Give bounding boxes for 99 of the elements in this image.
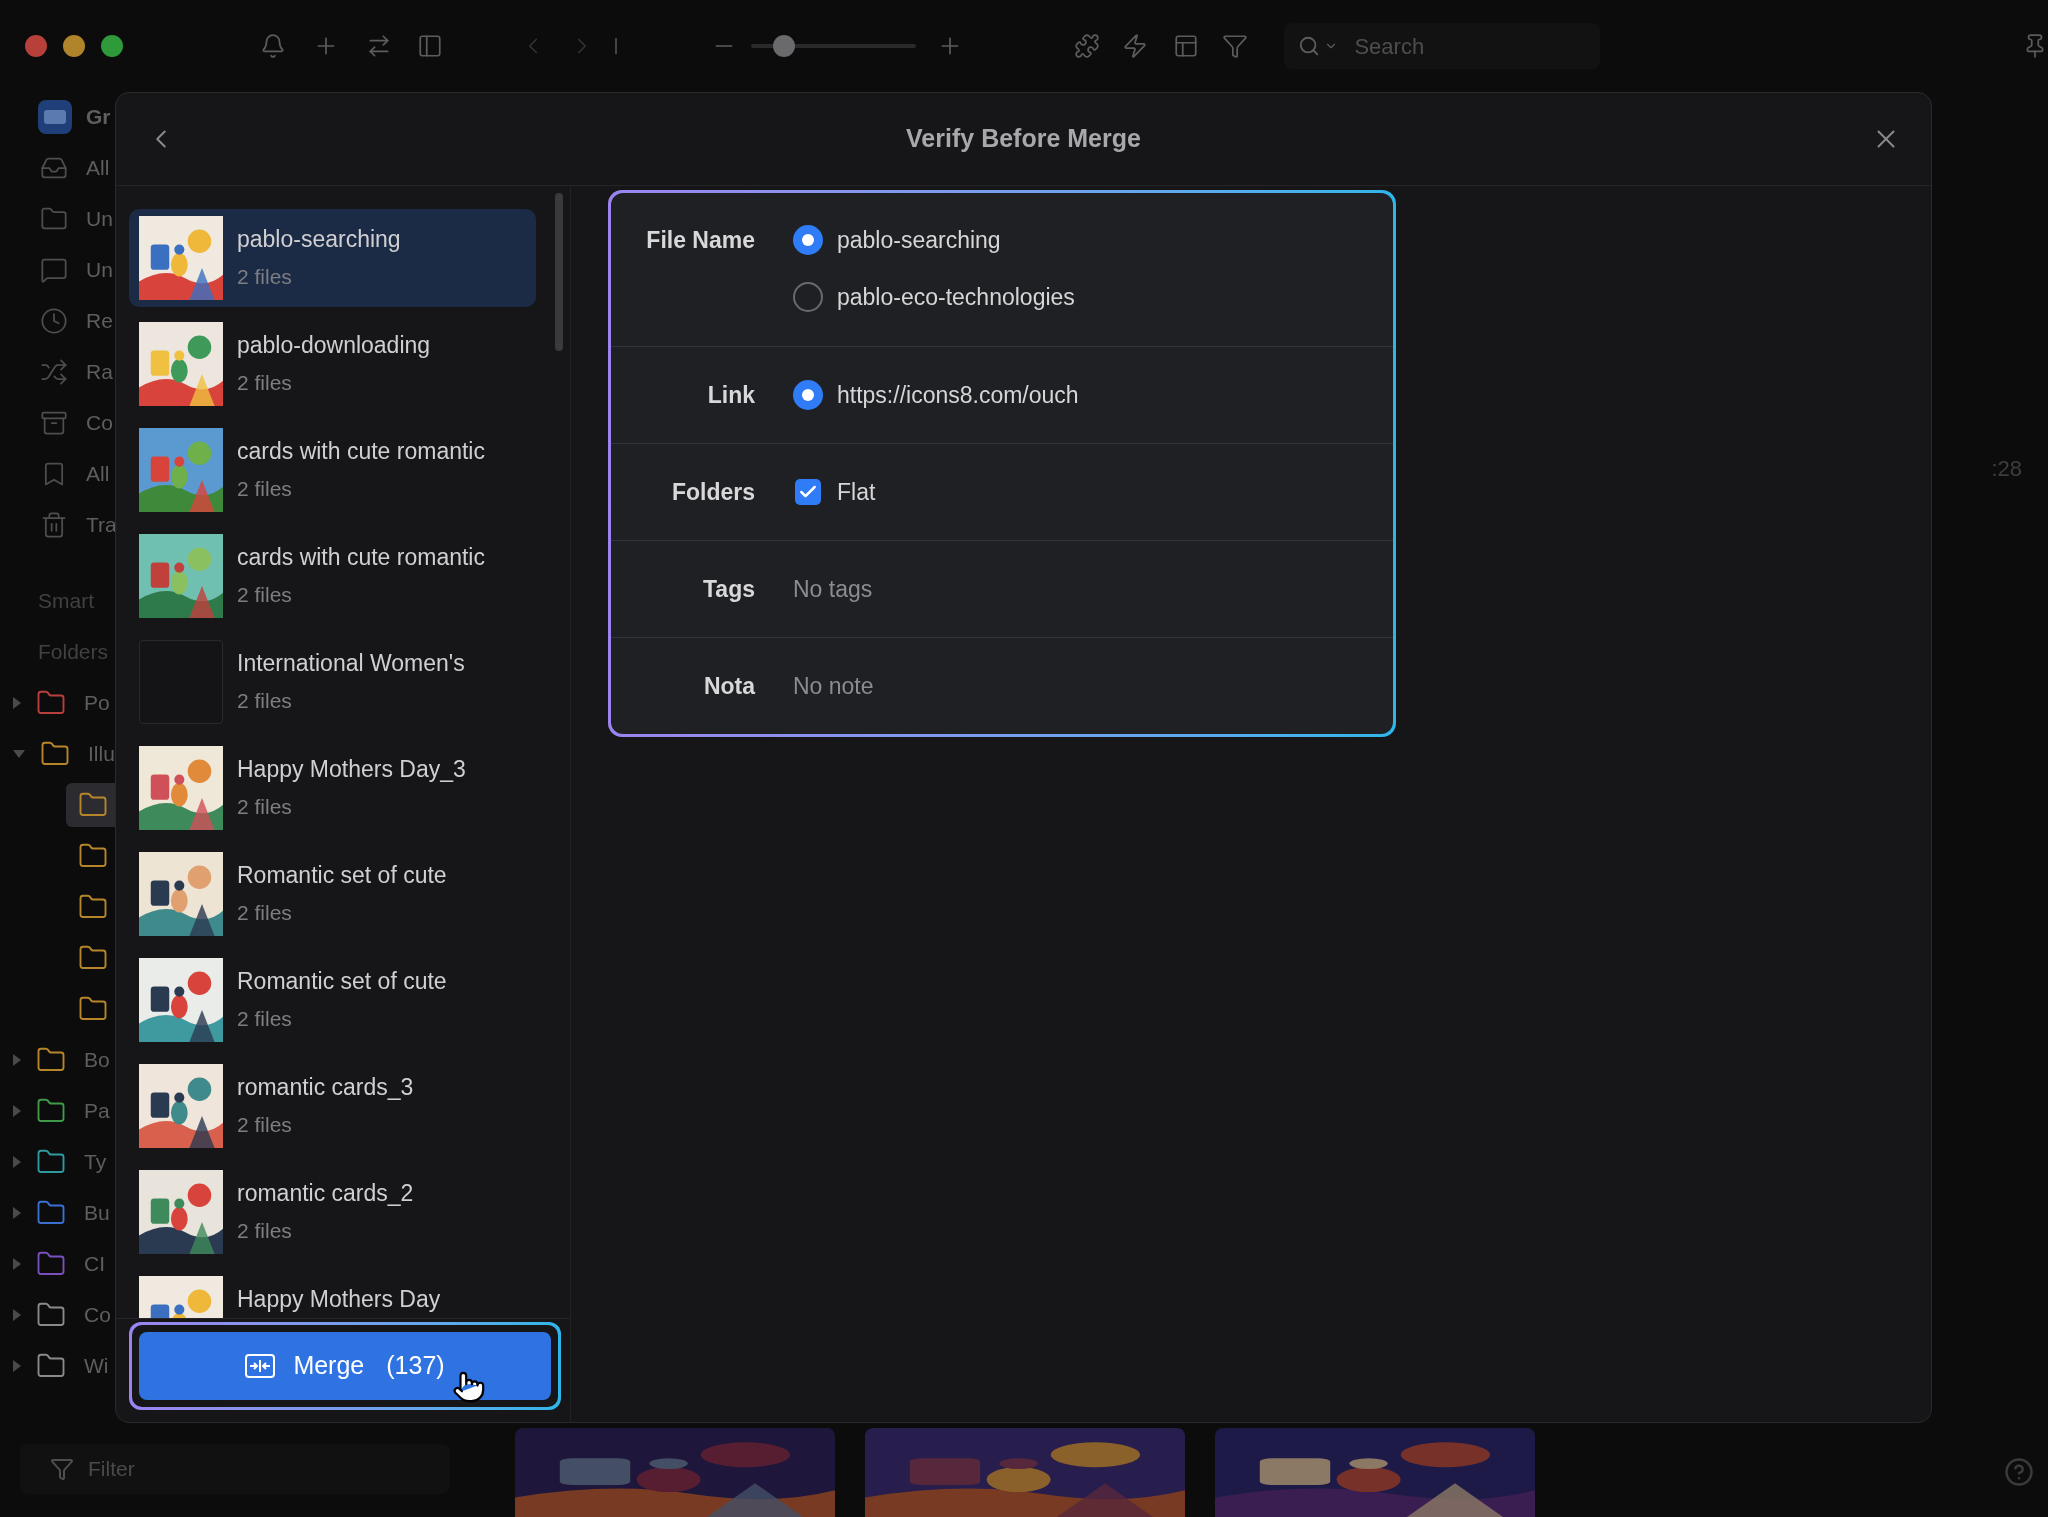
merge-button[interactable]: Merge (137) <box>139 1332 551 1400</box>
filter-field[interactable]: Filter <box>20 1444 450 1494</box>
collapsed-caret-icon[interactable] <box>12 1103 22 1118</box>
sidebar-item[interactable]: Ra <box>86 355 113 388</box>
merge-group-item[interactable]: romantic cards_2 2 files <box>129 1163 536 1261</box>
merge-group-item[interactable]: cards with cute romantic 2 files <box>129 421 536 519</box>
folder-item[interactable]: Po <box>84 686 110 719</box>
field-label: Nota <box>703 671 755 701</box>
field-value: No note <box>793 671 874 701</box>
file-count: 2 files <box>237 1218 293 1244</box>
trash-icon <box>40 510 68 539</box>
file-count: 2 files <box>237 370 293 396</box>
folder-item[interactable]: Wi <box>84 1349 109 1382</box>
sidebar-item[interactable]: All <box>86 457 110 490</box>
app-logo-icon <box>38 100 72 134</box>
folder-item[interactable]: Ty <box>84 1145 107 1178</box>
group-name: Romantic set of cute <box>237 967 447 996</box>
sidebar-item[interactable]: Un <box>86 253 113 286</box>
radio-button[interactable] <box>793 282 823 312</box>
help-icon[interactable] <box>2004 1457 2034 1487</box>
collapsed-caret-icon[interactable] <box>12 695 22 710</box>
option-label: Flat <box>837 477 876 507</box>
group-name: International Women's <box>237 649 465 678</box>
radio-button[interactable] <box>793 380 823 410</box>
checkbox[interactable] <box>795 479 821 505</box>
search-field[interactable]: Search <box>1284 23 1600 69</box>
layout-icon[interactable] <box>1173 33 1200 59</box>
puzzle-icon[interactable] <box>1074 33 1101 59</box>
swap-arrows-icon[interactable] <box>366 33 392 59</box>
merge-group-item[interactable]: Romantic set of cute 2 files <box>129 845 536 943</box>
sidebar-item[interactable]: Re <box>86 304 113 337</box>
file-count: 2 files <box>237 264 293 290</box>
collapsed-caret-icon[interactable] <box>12 1154 22 1169</box>
group-name: romantic cards_3 <box>237 1073 414 1102</box>
field-label: Tags <box>703 574 755 604</box>
folder-item[interactable]: Illu <box>88 737 115 770</box>
file-count: 2 files <box>237 1006 293 1032</box>
filter-icon <box>50 1457 74 1481</box>
field-label: Folders <box>671 477 755 507</box>
folder-item[interactable]: Bo <box>84 1043 110 1076</box>
group-name: cards with cute romantic <box>237 543 485 572</box>
group-name: cards with cute romantic <box>237 437 485 466</box>
merge-group-item[interactable]: International Women's 2 files <box>129 633 536 731</box>
radio-button[interactable] <box>793 225 823 255</box>
group-name: pablo-downloading <box>237 331 431 360</box>
collapsed-caret-icon[interactable] <box>12 1205 22 1220</box>
sidebar-item[interactable]: Co <box>86 406 113 439</box>
sidebar-toggle-icon[interactable] <box>417 33 443 59</box>
shuffle-icon <box>40 357 68 386</box>
merge-group-item[interactable]: Happy Mothers Day_3 2 files <box>129 739 536 837</box>
search-icon <box>1298 35 1321 57</box>
zoom-slider-thumb[interactable] <box>772 35 795 57</box>
file-count: 2 files <box>237 1112 293 1138</box>
merge-group-item[interactable]: cards with cute romantic 2 files <box>129 527 536 625</box>
file-count: 2 files <box>237 582 293 608</box>
expanded-caret-icon[interactable] <box>12 748 26 759</box>
folder-item[interactable]: Pa <box>84 1094 110 1127</box>
merge-group-item[interactable]: pablo-downloading 2 files <box>129 315 536 413</box>
close-window-button[interactable] <box>25 35 47 57</box>
scrollbar[interactable] <box>555 193 563 351</box>
merge-icon <box>245 1354 276 1378</box>
field-value: No tags <box>793 574 873 604</box>
hand-cursor-icon <box>452 1370 486 1404</box>
collapsed-caret-icon[interactable] <box>12 1307 22 1322</box>
option-label: pablo-searching <box>837 225 1001 255</box>
folder-item[interactable]: Bu <box>84 1196 110 1229</box>
file-count: 2 files <box>237 476 293 502</box>
zoom-slider[interactable] <box>750 35 917 57</box>
sidebar-item[interactable]: Un <box>86 202 113 235</box>
group-name: romantic cards_2 <box>237 1179 414 1208</box>
collapsed-caret-icon[interactable] <box>12 1358 22 1373</box>
lightning-icon[interactable] <box>1122 33 1149 59</box>
group-name: Happy Mothers Day <box>237 1285 441 1314</box>
field-label: Link <box>707 380 755 410</box>
sidebar-item[interactable]: Tra <box>86 508 117 541</box>
bell-icon[interactable] <box>260 33 286 59</box>
file-count: 2 files <box>237 794 293 820</box>
folder-item[interactable]: Co <box>84 1298 111 1331</box>
field-label: File Name <box>646 225 755 255</box>
dialog-title: Verify Before Merge <box>906 123 1141 155</box>
sidebar-item[interactable]: All <box>86 151 110 184</box>
minimize-window-button[interactable] <box>63 35 85 57</box>
filter-icon[interactable] <box>1222 33 1249 59</box>
merge-group-item[interactable]: romantic cards_3 2 files <box>129 1057 536 1155</box>
option-label: pablo-eco-technologies <box>837 282 1075 312</box>
collapsed-caret-icon[interactable] <box>12 1256 22 1271</box>
group-name: pablo-searching <box>237 225 401 254</box>
collapsed-caret-icon[interactable] <box>12 1052 22 1067</box>
option-label: https://icons8.com/ouch <box>837 380 1079 410</box>
folder-item[interactable]: CI <box>84 1247 105 1280</box>
zoom-window-button[interactable] <box>101 35 123 57</box>
group-name: Happy Mothers Day_3 <box>237 755 466 784</box>
file-count: 2 files <box>237 900 293 926</box>
merge-group-item[interactable]: Romantic set of cute 2 files <box>129 951 536 1049</box>
group-name: Romantic set of cute <box>237 861 447 890</box>
clock-icon <box>40 306 68 335</box>
file-count: 2 files <box>237 688 293 714</box>
merge-group-item[interactable]: pablo-searching 2 files <box>129 209 536 307</box>
library-name: Gr <box>86 104 111 131</box>
